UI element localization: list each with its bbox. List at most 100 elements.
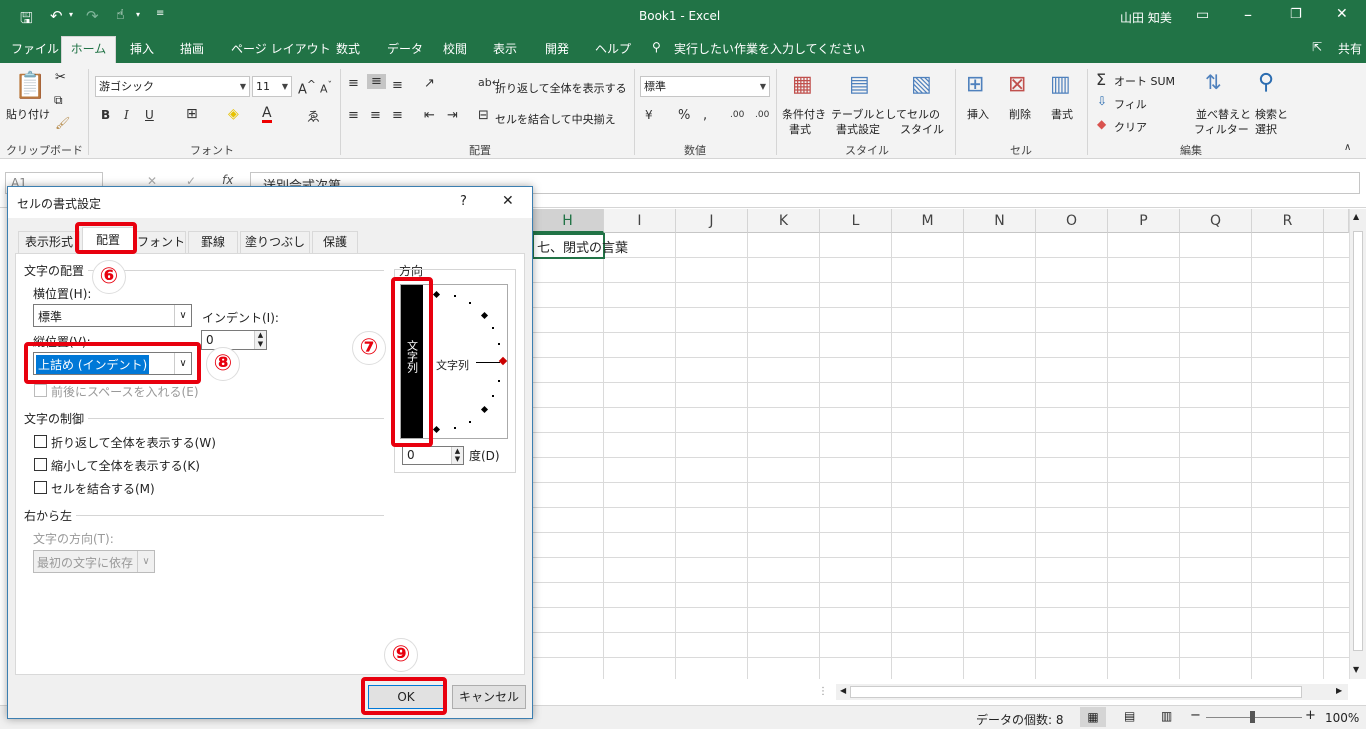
tab-review[interactable]: 校閲 [443,40,467,57]
scroll-right-icon[interactable]: ▶ [1336,686,1342,695]
number-format-combo[interactable]: 標準 ▼ [640,76,770,97]
shrink-to-fit-checkbox[interactable] [34,458,47,471]
column-header-n[interactable]: N [964,209,1036,233]
touch-dropdown-icon[interactable]: ▾ [136,10,140,19]
sort-filter-label2[interactable]: フィルター [1194,121,1249,137]
currency-icon[interactable]: ¥ [645,108,653,122]
bold-button[interactable]: B [101,108,110,122]
column-header-l[interactable]: L [820,209,892,233]
find-select-label2[interactable]: 選択 [1255,121,1277,137]
font-size-combo[interactable]: 11 ▼ [252,76,292,97]
tab-page-layout[interactable]: ページ レイアウト [231,40,331,57]
spin-down-icon[interactable]: ▼ [254,340,266,349]
close-icon[interactable]: ✕ [502,193,514,209]
wrap-text-button[interactable]: 折り返して全体を表示する [495,80,627,96]
paste-button[interactable]: 貼り付け [6,106,50,122]
scroll-down-icon[interactable]: ▼ [1353,665,1359,674]
customize-qat-icon[interactable]: ≡ [156,8,164,19]
tab-help[interactable]: ヘルプ [595,40,631,57]
insert-cells-button[interactable]: 挿入 [967,106,989,122]
orientation-icon[interactable]: ↗ [424,76,435,91]
merge-cells-checkbox[interactable] [34,481,47,494]
tab-draw[interactable]: 描画 [180,40,204,57]
ribbon-display-icon[interactable]: ▭ [1196,7,1209,23]
font-name-combo[interactable]: 游ゴシック ▼ [95,76,250,97]
cut-icon[interactable]: ✂ [55,70,66,85]
horizontal-select[interactable]: 標準 ∨ [33,304,192,327]
align-left-icon[interactable]: ≡ [348,108,359,123]
tell-me-box[interactable]: 実行したい作業を入力してください [674,40,865,57]
font-color-icon[interactable]: A [262,106,272,123]
column-header-j[interactable]: J [676,209,748,233]
tab-view[interactable]: 表示 [493,40,517,57]
grow-font-icon[interactable]: A^ [298,78,316,97]
wrap-text-label[interactable]: 折り返して全体を表示する(W) [51,434,216,451]
borders-icon[interactable]: ⊞ [186,106,198,122]
align-top-icon[interactable]: ≡ [348,76,359,91]
tab-developer[interactable]: 開発 [545,40,569,57]
column-header-m[interactable]: M [892,209,964,233]
spin-up-icon[interactable]: ▲ [254,331,266,340]
tab-home[interactable]: ホーム [61,36,116,63]
tab-file[interactable]: ファイル [11,40,59,57]
page-break-view-icon[interactable]: ▥ [1161,709,1172,723]
format-painter-icon[interactable]: 🖌 [55,116,70,130]
tab-protection[interactable]: 保護 [312,231,358,253]
format-as-table-label2[interactable]: 書式設定 [836,121,880,137]
restore-icon[interactable]: ❐ [1290,7,1302,22]
page-layout-view-icon[interactable]: ▤ [1124,709,1135,723]
column-header-p[interactable]: P [1108,209,1180,233]
autosum-button[interactable]: オート SUM [1114,73,1175,89]
conditional-formatting-label1[interactable]: 条件付き [782,106,826,122]
zoom-out-icon[interactable]: − [1190,708,1201,723]
tab-fill[interactable]: 塗りつぶし [240,231,310,253]
column-header-q[interactable]: Q [1180,209,1252,233]
zoom-level[interactable]: 100% [1325,711,1359,725]
format-as-table-label1[interactable]: テーブルとして [831,106,907,122]
merge-cells-label[interactable]: セルを結合する(M) [51,480,155,497]
spin-down-icon[interactable]: ▼ [451,455,463,464]
find-select-label1[interactable]: 検索と [1255,106,1288,122]
tab-data[interactable]: データ [387,40,423,57]
collapse-ribbon-icon[interactable]: ∧ [1344,142,1351,153]
tab-insert[interactable]: 挿入 [130,40,154,57]
vertical-scrollbar[interactable]: ▲ ▼ [1349,209,1366,679]
zoom-in-icon[interactable]: + [1305,708,1316,723]
cell-styles-label2[interactable]: スタイル [900,121,944,137]
cell-styles-label1[interactable]: セルの [907,106,940,122]
paste-icon[interactable]: 📋 [14,71,46,101]
vertical-scroll-thumb[interactable] [1353,231,1363,651]
user-name[interactable]: 山田 知美 [1120,9,1172,26]
decrease-indent-icon[interactable]: ⇤ [424,108,435,123]
share-icon[interactable]: ⇱ [1312,40,1322,54]
column-header-i[interactable]: I [604,209,676,233]
undo-icon[interactable]: ↶ [50,7,63,25]
touch-mode-icon[interactable]: ☝ [116,7,125,23]
help-button[interactable]: ? [460,194,467,209]
tab-border[interactable]: 罫線 [188,231,238,253]
horizontal-scroll-thumb[interactable] [850,686,1302,698]
sort-filter-label1[interactable]: 並べ替えと [1196,106,1251,122]
percent-icon[interactable]: % [678,108,690,123]
minimize-icon[interactable]: – [1244,5,1252,24]
undo-dropdown-icon[interactable]: ▾ [69,10,73,19]
degree-spinner[interactable]: 0 ▲ ▼ [402,446,464,465]
align-center-icon[interactable]: ≡ [370,108,381,123]
split-handle-icon[interactable]: ⋮ [818,686,828,697]
close-window-icon[interactable]: ✕ [1336,6,1348,22]
cancel-button[interactable]: キャンセル [452,685,526,709]
zoom-slider-thumb[interactable] [1250,711,1255,723]
spin-up-icon[interactable]: ▲ [451,447,463,455]
scroll-up-icon[interactable]: ▲ [1353,212,1359,221]
shrink-to-fit-label[interactable]: 縮小して全体を表示する(K) [51,457,200,474]
clear-button[interactable]: クリア [1114,119,1147,135]
lightbulb-search-icon[interactable]: ⚲ [652,40,661,54]
copy-icon[interactable]: ⧉ [54,93,63,108]
fill-color-icon[interactable]: ◈ [228,106,239,122]
delete-cells-button[interactable]: 削除 [1009,106,1031,122]
increase-decimal-icon[interactable]: .00 [730,110,744,120]
italic-button[interactable]: I [124,108,129,122]
align-middle-icon[interactable]: ≡ [367,74,386,89]
tab-formulas[interactable]: 数式 [336,40,360,57]
column-header-r[interactable]: R [1252,209,1324,233]
